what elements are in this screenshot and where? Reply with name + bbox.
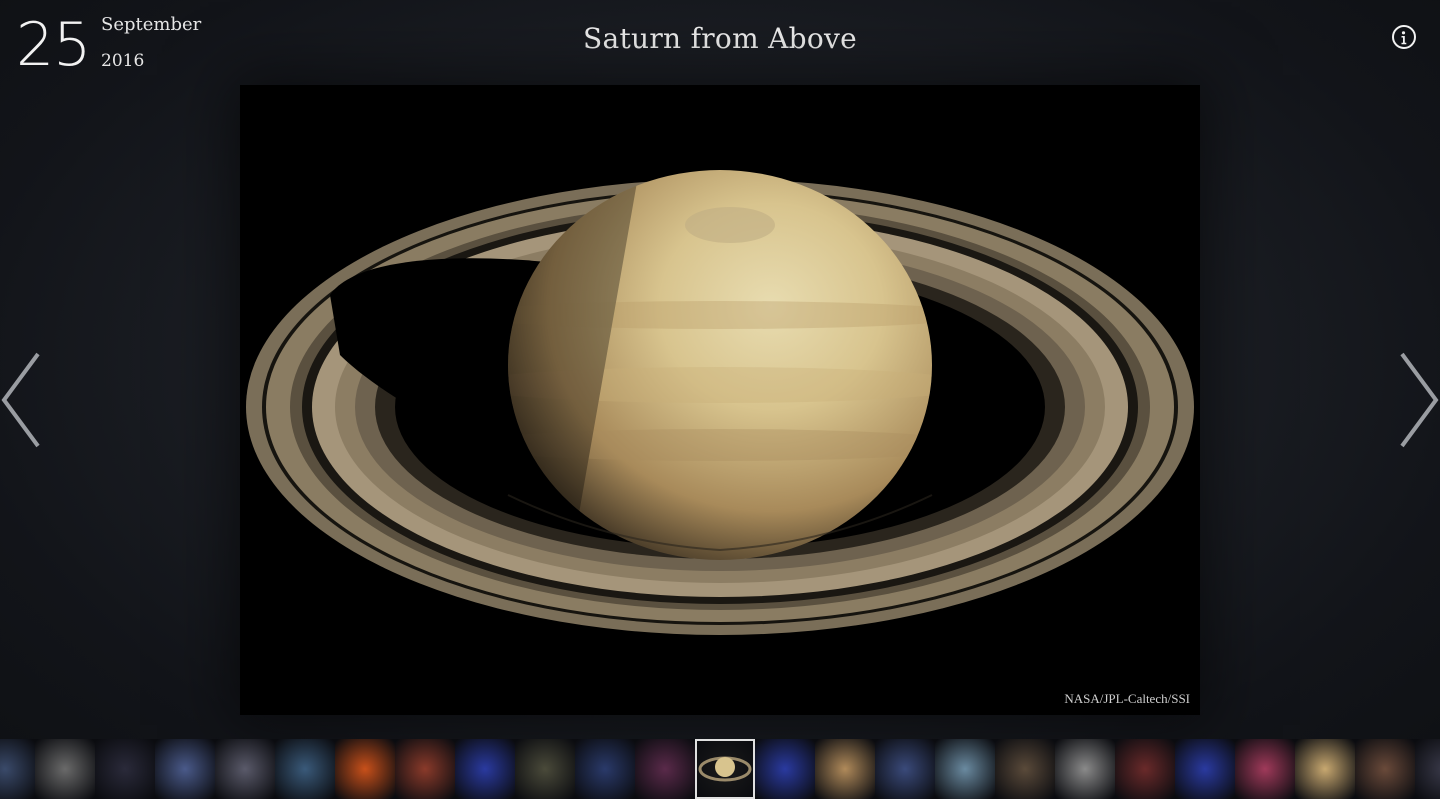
date-month: September (101, 14, 202, 35)
thumbnail-observatory[interactable] (935, 739, 995, 799)
thumbnail-comet-surface[interactable] (1055, 739, 1115, 799)
thumbnail-sun-surface[interactable] (335, 739, 395, 799)
previous-button[interactable] (0, 350, 44, 450)
thumbnail-desert-rock[interactable] (1295, 739, 1355, 799)
info-button[interactable] (1392, 25, 1416, 49)
thumbnail-pink-nebula[interactable] (1235, 739, 1295, 799)
thumbnail-dark-sky[interactable] (1415, 739, 1440, 799)
info-icon (1401, 31, 1407, 45)
thumbnail-red-nebula[interactable] (635, 739, 695, 799)
thumbnail-moon-sequence[interactable] (575, 739, 635, 799)
thumbnail-twilight-landscape[interactable] (155, 739, 215, 799)
thumbnail-blue-star-cluster[interactable] (455, 739, 515, 799)
thumbnail-galaxy[interactable] (215, 739, 275, 799)
date-day: 25 (16, 10, 91, 80)
thumbnail-saturn[interactable] (695, 739, 755, 799)
chevron-right-icon (1400, 352, 1439, 448)
thumbnail-strip[interactable] (0, 739, 1440, 799)
thumbnail-europa-moon[interactable] (815, 739, 875, 799)
date-year: 2016 (101, 51, 145, 71)
page-title: Saturn from Above (582, 22, 858, 55)
thumbnail-bubble-nebula[interactable] (875, 739, 935, 799)
main-photo: NASA/JPL-Caltech/SSI (240, 85, 1200, 715)
thumbnail-city-night[interactable] (515, 739, 575, 799)
thumbnail-milky-way[interactable] (1355, 739, 1415, 799)
thumbnail-comet-streak[interactable] (95, 739, 155, 799)
chevron-left-icon (1, 352, 40, 448)
thumbnail-helix-nebula[interactable] (395, 739, 455, 799)
image-credit: NASA/JPL-Caltech/SSI (1064, 691, 1190, 706)
thumbnail-starry-night-painting[interactable] (275, 739, 335, 799)
thumbnail-blue-star-cluster[interactable] (1175, 739, 1235, 799)
next-button[interactable] (1398, 350, 1440, 450)
thumbnail-spiral-galaxy[interactable] (0, 739, 35, 799)
thumbnail-rocky-terrain[interactable] (995, 739, 1055, 799)
thumbnail-aurora[interactable] (1115, 739, 1175, 799)
saturn-image (240, 85, 1200, 715)
thumbnail-blue-star-cluster[interactable] (755, 739, 815, 799)
thumbnail-moon-phases[interactable] (35, 739, 95, 799)
